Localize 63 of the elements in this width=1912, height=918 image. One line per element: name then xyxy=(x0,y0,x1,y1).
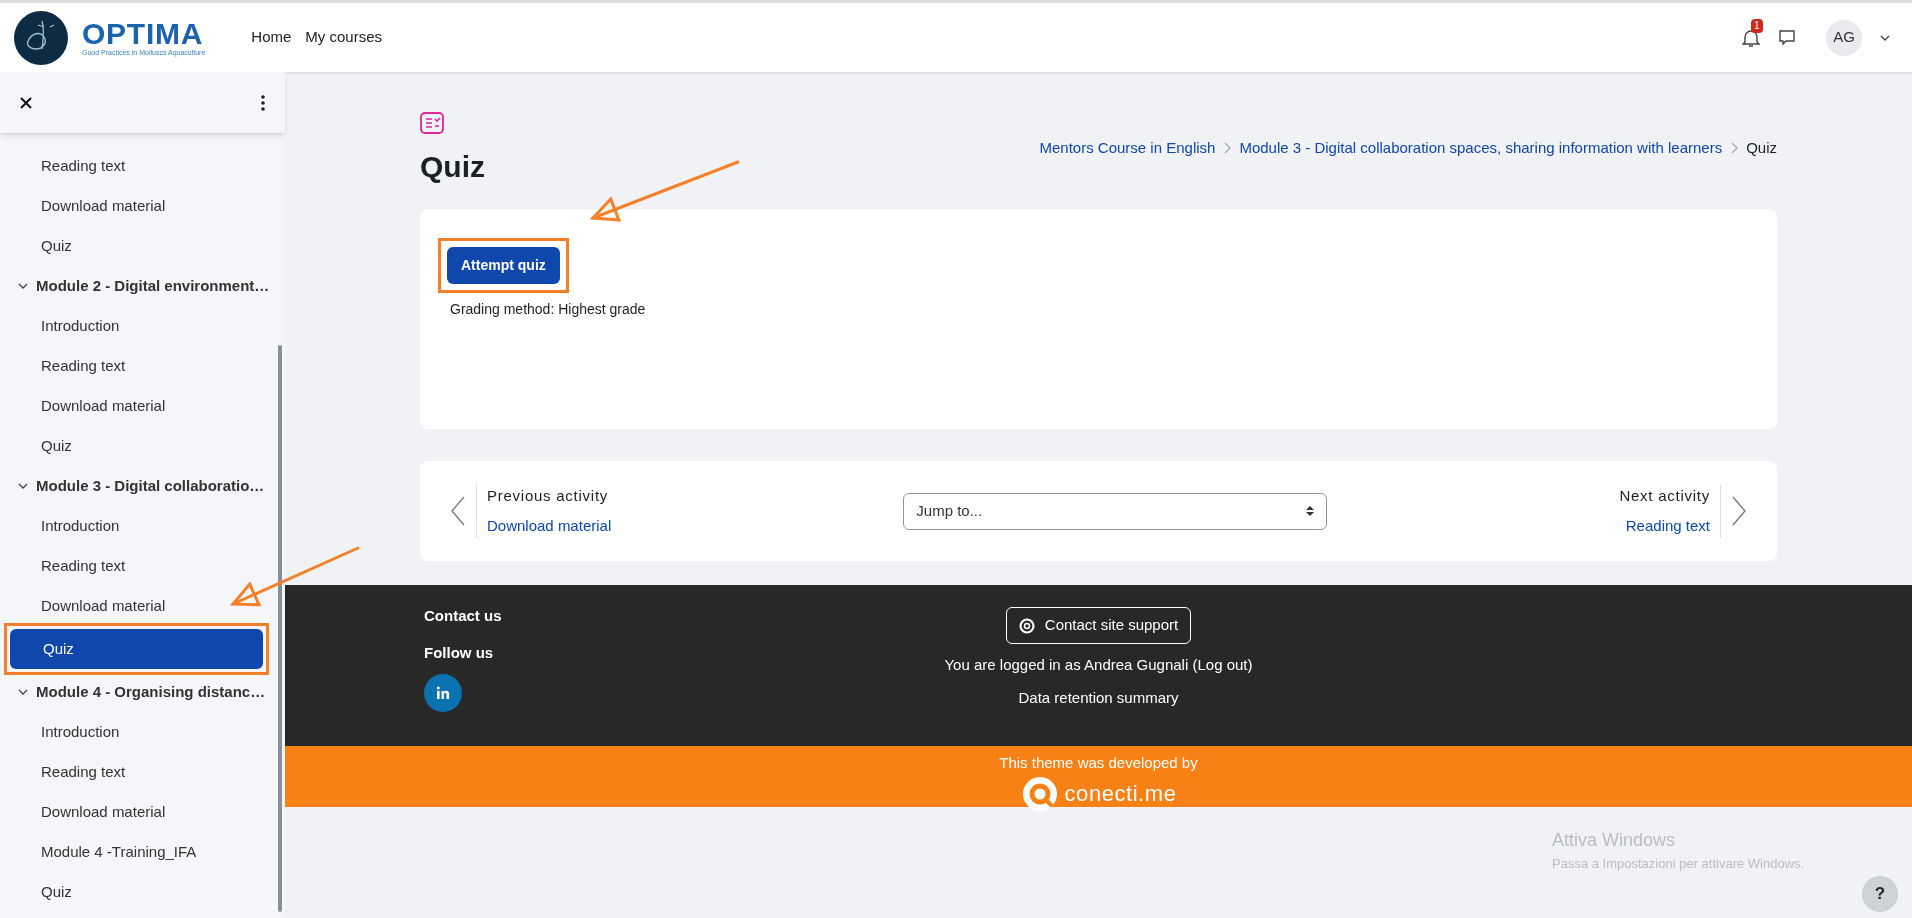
help-button[interactable]: ? xyxy=(1862,876,1898,912)
next-activity-link[interactable]: Reading text xyxy=(1625,515,1710,538)
nav-link[interactable]: My courses xyxy=(305,26,383,49)
grading-method-text: Grading method: Highest grade xyxy=(450,300,647,319)
sidebar-item[interactable]: Quiz xyxy=(10,629,263,669)
sidebar-item[interactable]: Quiz xyxy=(0,872,273,912)
chevron-icon xyxy=(18,687,28,697)
sidebar-item[interactable]: Introduction xyxy=(0,712,273,752)
sidebar-item[interactable]: Introduction xyxy=(0,306,273,346)
conectime-wordmark: conecti.me xyxy=(1064,780,1177,808)
previous-activity-link[interactable]: Download material xyxy=(487,515,612,538)
sidebar-item[interactable]: Module 4 -Training_IFA xyxy=(0,832,273,872)
more-options-icon[interactable] xyxy=(261,94,265,111)
nav-link[interactable]: Home xyxy=(251,26,292,49)
theme-credit-text: This theme was developed by xyxy=(999,753,1198,773)
user-avatar[interactable]: AG xyxy=(1826,19,1862,56)
sidebar-item[interactable]: Introduction xyxy=(0,506,273,546)
logo-emblem-icon xyxy=(14,10,68,65)
page-title: Quiz xyxy=(420,149,485,185)
section-header[interactable]: Module 3 - Digital collaboratio… xyxy=(0,466,273,506)
sidebar-item[interactable]: Download material xyxy=(0,792,273,832)
linkedin-button[interactable] xyxy=(424,674,462,712)
chevron-icon xyxy=(18,481,28,491)
notification-bell-icon[interactable] xyxy=(1742,27,1760,48)
contact-support-button[interactable]: Contact site support xyxy=(1005,607,1192,644)
sidebar-item[interactable]: Reading text xyxy=(0,346,273,386)
jump-to-select[interactable]: Jump to... xyxy=(903,492,1328,530)
breadcrumb-link[interactable]: Mentors Course in English xyxy=(1039,136,1216,159)
breadcrumb-link[interactable]: Module 3 - Digital collaboration spaces, sharing information with learners xyxy=(1239,136,1723,159)
sidebar-item[interactable]: Reading text xyxy=(0,146,273,186)
sidebar-item[interactable]: Download material xyxy=(0,586,273,626)
chevron-right-icon xyxy=(1730,141,1739,154)
activation-notice-title: Attiva Windows xyxy=(1552,829,1677,852)
linkedin-icon xyxy=(436,686,450,700)
quiz-activity-icon xyxy=(420,112,444,134)
chevron-right-icon[interactable] xyxy=(1731,496,1747,526)
chevron-icon xyxy=(18,281,28,291)
next-activity-label: Next activity xyxy=(1619,485,1710,506)
section-header[interactable]: Module 2 - Digital environment… xyxy=(0,266,273,306)
close-icon[interactable] xyxy=(20,96,32,109)
notification-count: 1 xyxy=(1751,18,1763,33)
contact-us-heading: Contact us xyxy=(424,606,502,626)
caret-icon[interactable] xyxy=(1880,33,1890,42)
section-header[interactable]: Module 4 - Organising distanc… xyxy=(0,672,273,712)
logo-title: OPTIMA xyxy=(82,19,205,49)
previous-activity-label: Previous activity xyxy=(487,485,610,506)
sidebar-item[interactable]: Download material xyxy=(0,386,273,426)
sort-caret-icon xyxy=(1306,505,1315,517)
chevron-right-icon xyxy=(1223,141,1232,154)
logged-in-text: You are logged in as Andrea Gugnali (Log out) xyxy=(944,655,1253,675)
chat-bubble-icon[interactable] xyxy=(1778,28,1796,47)
activation-notice-text: Passa a Impostazioni per attivare Windows. xyxy=(1552,855,1805,873)
attempt-quiz-button[interactable]: Attempt quiz xyxy=(447,247,560,284)
sidebar-item[interactable]: Download material xyxy=(0,186,273,226)
sidebar-item[interactable]: Reading text xyxy=(0,752,273,792)
data-retention-link[interactable]: Data retention summary xyxy=(1018,686,1179,709)
lifebuoy-icon xyxy=(1018,617,1035,634)
breadcrumb-current: Quiz xyxy=(1746,137,1777,158)
sidebar-item[interactable]: Quiz xyxy=(0,226,273,266)
sidebar-item[interactable]: Reading text xyxy=(0,546,273,586)
sidebar-item[interactable]: Quiz xyxy=(0,426,273,466)
follow-us-heading: Follow us xyxy=(424,642,494,663)
chevron-left-icon[interactable] xyxy=(450,496,466,526)
